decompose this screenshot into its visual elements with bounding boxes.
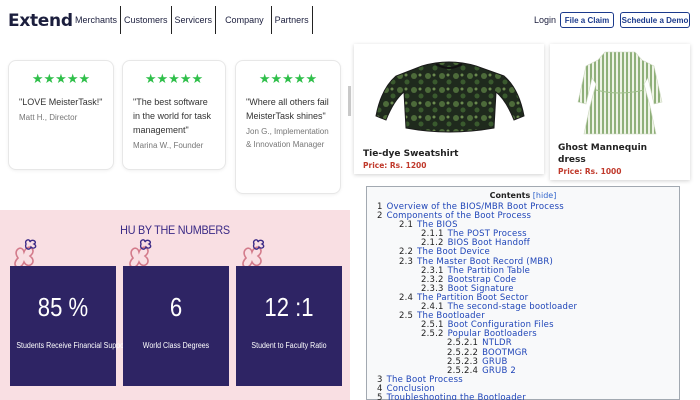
stat-value: 6	[169, 292, 183, 322]
toc-item[interactable]: 2.5.2.2 BOOTMGR	[377, 347, 675, 358]
toc-item-number: 2.2	[399, 247, 414, 258]
nav-divider	[215, 6, 217, 34]
product-card[interactable]: Tie-dye Sweatshirt Price: Rs. 1200	[354, 44, 544, 174]
product-price: Price: Rs. 1200	[363, 161, 427, 170]
stat-card: 12 :1 Student to Faculty Ratio	[236, 266, 342, 386]
review-quote: "Where all others fail MeisterTask shine…	[246, 97, 329, 121]
stat-label: Student to Faculty Ratio	[251, 341, 327, 350]
toc-hide-link[interactable]: [hide]	[533, 191, 557, 200]
dress-image	[577, 51, 663, 135]
toc-item-number: 2.3	[399, 256, 414, 267]
toc-item[interactable]: 2.5.2 Popular Bootloaders	[377, 330, 675, 339]
stat-value: 85 %	[37, 292, 89, 322]
toc-item-number: 2	[377, 211, 383, 222]
file-claim-button[interactable]: File a Claim	[560, 12, 614, 28]
review-card: ★★★★★ "The best software in the world fo…	[122, 60, 226, 170]
extend-logo[interactable]: Extend	[8, 11, 73, 31]
toc-item[interactable]: 5 Troubleshooting the Bootloader	[377, 392, 675, 400]
product-price: Price: Rs. 1000	[558, 167, 622, 176]
product-name[interactable]: Ghost Mannequin dress	[558, 142, 668, 166]
toc-item-text[interactable]: Troubleshooting the Bootloader	[387, 393, 526, 400]
toc-item[interactable]: 2.5.2.3 GRUB	[377, 357, 675, 367]
star-rating-icon: ★★★★★	[144, 71, 204, 86]
hu-numbers-section: HU BY THE NUMBERS 85 % Students Receive …	[0, 210, 350, 400]
table-of-contents: Contents [hide] 1 Overview of the BIOS/MB…	[366, 186, 680, 400]
toc-item-number: 2.5.2.1	[447, 338, 479, 349]
toc-item-number: 2.5.2	[421, 329, 444, 340]
review-author: Jon G., Implementation & Innovation Mana…	[246, 127, 329, 149]
nav-links: Merchants Customers Servicers Company Pa…	[72, 6, 313, 34]
toc-item-number: 2.1	[399, 220, 414, 231]
nav-divider	[311, 6, 313, 34]
nav-partners[interactable]: Partners	[272, 6, 312, 34]
stat-label: World Class Degrees	[142, 341, 210, 350]
review-card: ★★★★★ "Where all others fail MeisterTask…	[235, 60, 341, 194]
toc-title: Contents	[489, 191, 531, 200]
nav-customers[interactable]: Customers	[121, 6, 171, 34]
review-author: Marina W., Founder	[133, 141, 204, 150]
toc-header: Contents [hide]	[367, 191, 679, 200]
product-name[interactable]: Tie-dye Sweatshirt	[363, 148, 458, 160]
star-rating-icon: ★★★★★	[258, 71, 318, 86]
stat-card: 85 % Students Receive Financial Support	[10, 266, 129, 386]
toc-list: 1 Overview of the BIOS/MBR Boot Process 2 C…	[377, 202, 675, 400]
toc-item-number: 2.4	[399, 292, 414, 303]
review-author: Matt H., Director	[19, 113, 78, 122]
toc-item-text[interactable]: GRUB 2	[482, 366, 516, 376]
nav-merchants[interactable]: Merchants	[72, 6, 120, 34]
sweatshirt-image	[375, 61, 525, 133]
stat-value: 12 :1	[264, 292, 314, 322]
toc-item-number: 2.5.2.2	[447, 347, 479, 358]
review-quote: "LOVE MeisterTask!"	[19, 97, 103, 107]
review-card: ★★★★★ "LOVE MeisterTask!" Matt H., Direc…	[8, 60, 114, 170]
product-card[interactable]: Ghost Mannequin dress Price: Rs. 1000	[550, 44, 690, 180]
schedule-demo-button[interactable]: Schedule a Demo	[620, 12, 690, 28]
toc-item-number: 5	[377, 392, 383, 400]
star-rating-icon: ★★★★★	[31, 71, 91, 86]
nav-servicers[interactable]: Servicers	[172, 6, 216, 34]
review-quote: "The best software in the world for task…	[133, 97, 212, 135]
carousel-scroll-handle[interactable]	[348, 86, 351, 116]
stat-label: Students Receive Financial Support	[16, 341, 129, 350]
login-link[interactable]: Login	[534, 15, 556, 25]
stat-card: 6 World Class Degrees	[123, 266, 229, 386]
nav-company[interactable]: Company	[222, 6, 267, 34]
section-title: HU BY THE NUMBERS	[120, 223, 230, 237]
top-nav: Extend Merchants Customers Servicers Com…	[0, 0, 700, 42]
toc-item-number: 2.5	[399, 311, 414, 322]
